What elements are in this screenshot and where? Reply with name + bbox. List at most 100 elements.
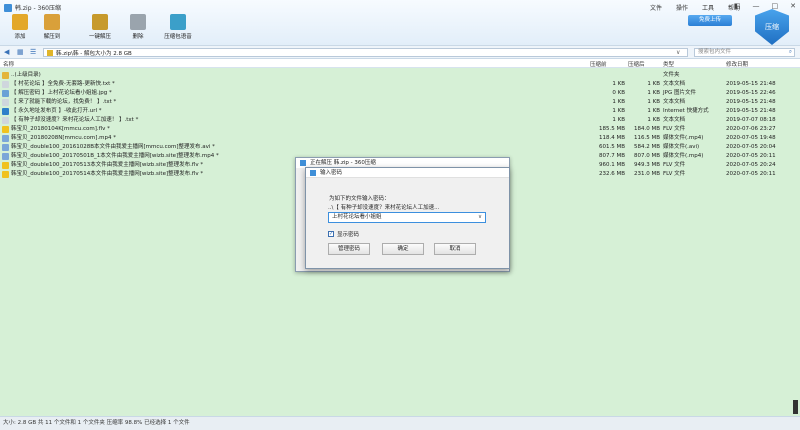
minimize-icon[interactable]: — — [753, 2, 760, 10]
file-row[interactable]: ..(上级目录) 文件夹 — [0, 71, 790, 80]
password-input[interactable]: 上村花论坛看小姐姐 ∨ — [328, 212, 486, 223]
file-name: ..(上级目录) — [11, 72, 41, 78]
view-thumbnail-icon[interactable]: ▦ — [17, 49, 24, 56]
file-name: 【 来了就能下载的论坛，找免费！ 】.txt * — [11, 99, 117, 105]
file-row[interactable]: 【 有种子却没速度？来村花论坛人工加速！ 】.txt * 1 KB 1 KB 文本文档… — [0, 116, 790, 125]
file-compressed-size: 231.0 MB — [633, 171, 660, 177]
window-controls: ◧ — □ ✕ — [734, 2, 796, 10]
file-size: 807.7 MB — [598, 153, 625, 159]
skin-icon[interactable]: ◧ — [734, 2, 741, 10]
file-compressed-size: 1 KB — [647, 81, 660, 87]
window-title: 韩.zip - 360压缩 — [4, 3, 61, 12]
chevron-down-icon[interactable]: ∨ — [478, 213, 482, 222]
archive-voice-button[interactable]: 压缩包语音 — [158, 14, 198, 44]
column-date[interactable]: 修改日期 — [726, 60, 748, 68]
brand-badge: 压缩 — [755, 9, 789, 45]
ok-button[interactable]: 确定 — [382, 243, 424, 255]
file-name: 韩宝贝_double100_20170501B_1本文件由我爱主播网[wizb.… — [11, 153, 219, 159]
file-date: 2019-05-15 21:48 — [726, 99, 776, 105]
file-compressed-size: 1 KB — [647, 99, 660, 105]
search-input[interactable]: 搜索包内文件 ⌕ — [694, 48, 795, 57]
file-compressed-size: 1 KB — [647, 108, 660, 114]
file-type: 媒体文件(.avi) — [663, 144, 700, 150]
archive-voice-icon — [170, 14, 186, 30]
globe-icon — [2, 108, 9, 115]
column-type[interactable]: 类型 — [663, 60, 674, 68]
menu-tools[interactable]: 工具 — [702, 3, 714, 12]
address-dropdown-icon[interactable]: ∨ — [676, 49, 680, 56]
file-row[interactable]: 韩宝贝_20180208N[mmcu.com].mp4 * 118.4 MB 116… — [0, 134, 790, 143]
password-dialog-titlebar: 输入密码 — [306, 168, 509, 178]
vertical-scrollbar[interactable] — [793, 400, 798, 414]
file-type: 文本文档 — [663, 99, 686, 105]
file-row[interactable]: 韩宝贝_double100_20161028B本文件由我爱主播网[mmcu.co… — [0, 143, 790, 152]
file-name: 【 有种子却没速度？来村花论坛人工加速！ 】.txt * — [11, 117, 139, 123]
app-logo-icon — [310, 170, 316, 176]
menu-operation[interactable]: 操作 — [676, 3, 688, 12]
column-compressed-size[interactable]: 压缩后 — [628, 60, 645, 68]
extract-to-button[interactable]: 解压到 — [32, 14, 72, 44]
file-row[interactable]: 【 解压密码 】上村花论坛看小姐姐.jpg * 0 KB 1 KB JPG 图片文件 2… — [0, 89, 790, 98]
status-text: 大小: 2.8 GB 共 11 个文件和 1 个文件夹 压缩率 98.8% 已经… — [3, 420, 190, 426]
file-date: 2020-07-06 23:27 — [726, 126, 776, 132]
file-name: 韩宝贝_20180104K[mmcu.com].flv * — [11, 126, 110, 132]
file-row[interactable]: 【 来了就能下载的论坛，找免费！ 】.txt * 1 KB 1 KB 文本文档 2019… — [0, 98, 790, 107]
file-name: 【 永久地址发布页 】-收此打开.url * — [11, 108, 102, 114]
back-icon[interactable]: ◀ — [4, 49, 9, 56]
media-file-icon — [2, 153, 9, 160]
file-date: 2020-07-05 20:11 — [726, 153, 776, 159]
file-compressed-size: 807.0 MB — [633, 153, 660, 159]
window-title-text: 韩.zip - 360压缩 — [15, 5, 61, 12]
free-upload-button[interactable]: 免费上传 — [688, 15, 732, 26]
show-password-checkbox[interactable]: ✓ 显示密码 — [328, 230, 359, 238]
view-list-icon[interactable]: ☰ — [30, 49, 36, 56]
file-size: 960.1 MB — [598, 162, 625, 168]
file-name: 韩宝贝_double100_20161028B本文件由我爱主播网[mmcu.co… — [11, 144, 215, 150]
column-size[interactable]: 压缩前 — [590, 60, 607, 68]
manage-passwords-button[interactable]: 管理密码 — [328, 243, 370, 255]
file-size: 118.4 MB — [598, 135, 625, 141]
file-date: 2019-05-15 21:48 — [726, 81, 776, 87]
file-type: 媒体文件(.mp4) — [663, 135, 704, 141]
file-size: 185.5 MB — [598, 126, 625, 132]
password-value: 上村花论坛看小姐姐 — [332, 214, 382, 220]
file-date: 2020-07-05 19:48 — [726, 135, 776, 141]
password-target-file: ..\【 有种子却没速度？来村花论坛人工加速... — [328, 205, 440, 211]
file-row[interactable]: 韩宝贝_20180104K[mmcu.com].flv * 185.5 MB 184… — [0, 125, 790, 134]
app-logo-icon — [300, 160, 306, 166]
file-date: 2019-05-15 22:46 — [726, 90, 776, 96]
address-field[interactable]: 韩.zip\韩 - 解包大小为 2.8 GB — [43, 48, 688, 57]
file-compressed-size: 949.3 MB — [633, 162, 660, 168]
search-icon[interactable]: ⌕ — [789, 49, 792, 56]
file-name: 【 解压密码 】上村花论坛看小姐姐.jpg * — [11, 90, 112, 96]
one-click-extract-button[interactable]: 一键解压 — [80, 14, 120, 44]
file-type: 文件夹 — [663, 72, 680, 78]
show-password-label: 显示密码 — [337, 232, 360, 238]
cancel-button[interactable]: 取消 — [434, 243, 476, 255]
file-compressed-size: 116.5 MB — [633, 135, 660, 141]
file-date: 2020-07-05 20:04 — [726, 144, 776, 150]
delete-button[interactable]: 删除 — [118, 14, 158, 44]
file-type: 文本文档 — [663, 117, 686, 123]
add-icon — [12, 14, 28, 30]
menu-file[interactable]: 文件 — [650, 3, 662, 12]
main-toolbar: 韩.zip - 360压缩 添加 解压到 一键解压 删除 压缩包语音 文件 操作… — [0, 0, 800, 46]
file-row[interactable]: 【 永久地址发布页 】-收此打开.url * 1 KB 1 KB Internet 快… — [0, 107, 790, 116]
checkbox-icon[interactable]: ✓ — [328, 231, 334, 237]
file-size: 0 KB — [612, 90, 625, 96]
delete-icon — [130, 14, 146, 30]
text-file-icon — [2, 117, 9, 124]
file-row[interactable]: 【 村花论坛 】全免费-无套路-更新快.txt * 1 KB 1 KB 文本文档 201… — [0, 80, 790, 89]
text-file-icon — [2, 81, 9, 88]
file-size: 1 KB — [612, 108, 625, 114]
file-size: 601.5 MB — [598, 144, 625, 150]
maximize-icon[interactable]: □ — [772, 2, 779, 10]
password-prompt: 为如下的文件输入密码： — [329, 196, 390, 202]
file-date: 2019-05-15 21:48 — [726, 108, 776, 114]
extract-dialog-title: 正在解压 韩.zip - 360压缩 — [310, 160, 376, 166]
close-icon[interactable]: ✕ — [790, 2, 796, 10]
file-type: FLV 文件 — [663, 162, 686, 168]
video-file-icon — [2, 126, 9, 133]
column-name[interactable]: 名称 — [3, 60, 14, 68]
file-compressed-size: 1 KB — [647, 117, 660, 123]
